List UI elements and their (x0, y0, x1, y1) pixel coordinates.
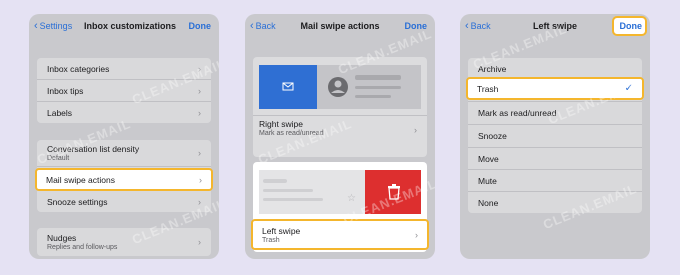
done-button[interactable]: Done (189, 21, 212, 31)
option-snooze[interactable]: Snooze (468, 125, 642, 148)
chevron-right-icon: › (415, 229, 418, 240)
right-swipe-preview-message (317, 65, 421, 109)
option-move[interactable]: Move (468, 148, 642, 170)
list-item-snooze-settings[interactable]: Snooze settings › (37, 191, 211, 212)
list-item-nudges[interactable]: Nudges Replies and follow-ups › (37, 228, 211, 256)
left-swipe-panel: ‹ Back Left swipe Done Archive Mark as r… (460, 14, 650, 259)
nav-bar: ‹ Settings Inbox customizations Done (29, 14, 219, 40)
chevron-right-icon: › (198, 237, 201, 247)
avatar-placeholder-icon (328, 75, 401, 98)
svg-text:☆: ☆ (347, 193, 356, 204)
chevron-right-icon: › (198, 107, 201, 118)
mail-icon (282, 82, 294, 91)
settings-group-1: Inbox categories › Inbox tips › Labels › (37, 58, 211, 123)
right-swipe-preview-action (259, 65, 317, 109)
chevron-left-icon: ‹ (34, 19, 38, 32)
mail-swipe-actions-panel: ‹ Back Mail swipe actions Done Right swi… (245, 14, 435, 259)
done-button[interactable]: Done (620, 21, 643, 31)
page-title: Inbox customizations (83, 21, 176, 31)
chevron-right-icon: › (198, 85, 201, 96)
chevron-right-icon: › (198, 148, 201, 158)
chevron-right-icon: › (414, 125, 417, 135)
left-swipe-setting[interactable]: Left swipe Trash › (251, 219, 429, 250)
message-placeholder-icon: ☆ (263, 179, 356, 204)
left-swipe-preview-message: ☆ (259, 170, 365, 214)
inbox-customizations-panel: ‹ Settings Inbox customizations Done Inb… (29, 14, 219, 259)
settings-group-3: Nudges Replies and follow-ups › (37, 228, 211, 256)
list-item-mail-swipe-actions[interactable]: Mail swipe actions › (35, 168, 213, 191)
chevron-right-icon: › (199, 174, 202, 185)
